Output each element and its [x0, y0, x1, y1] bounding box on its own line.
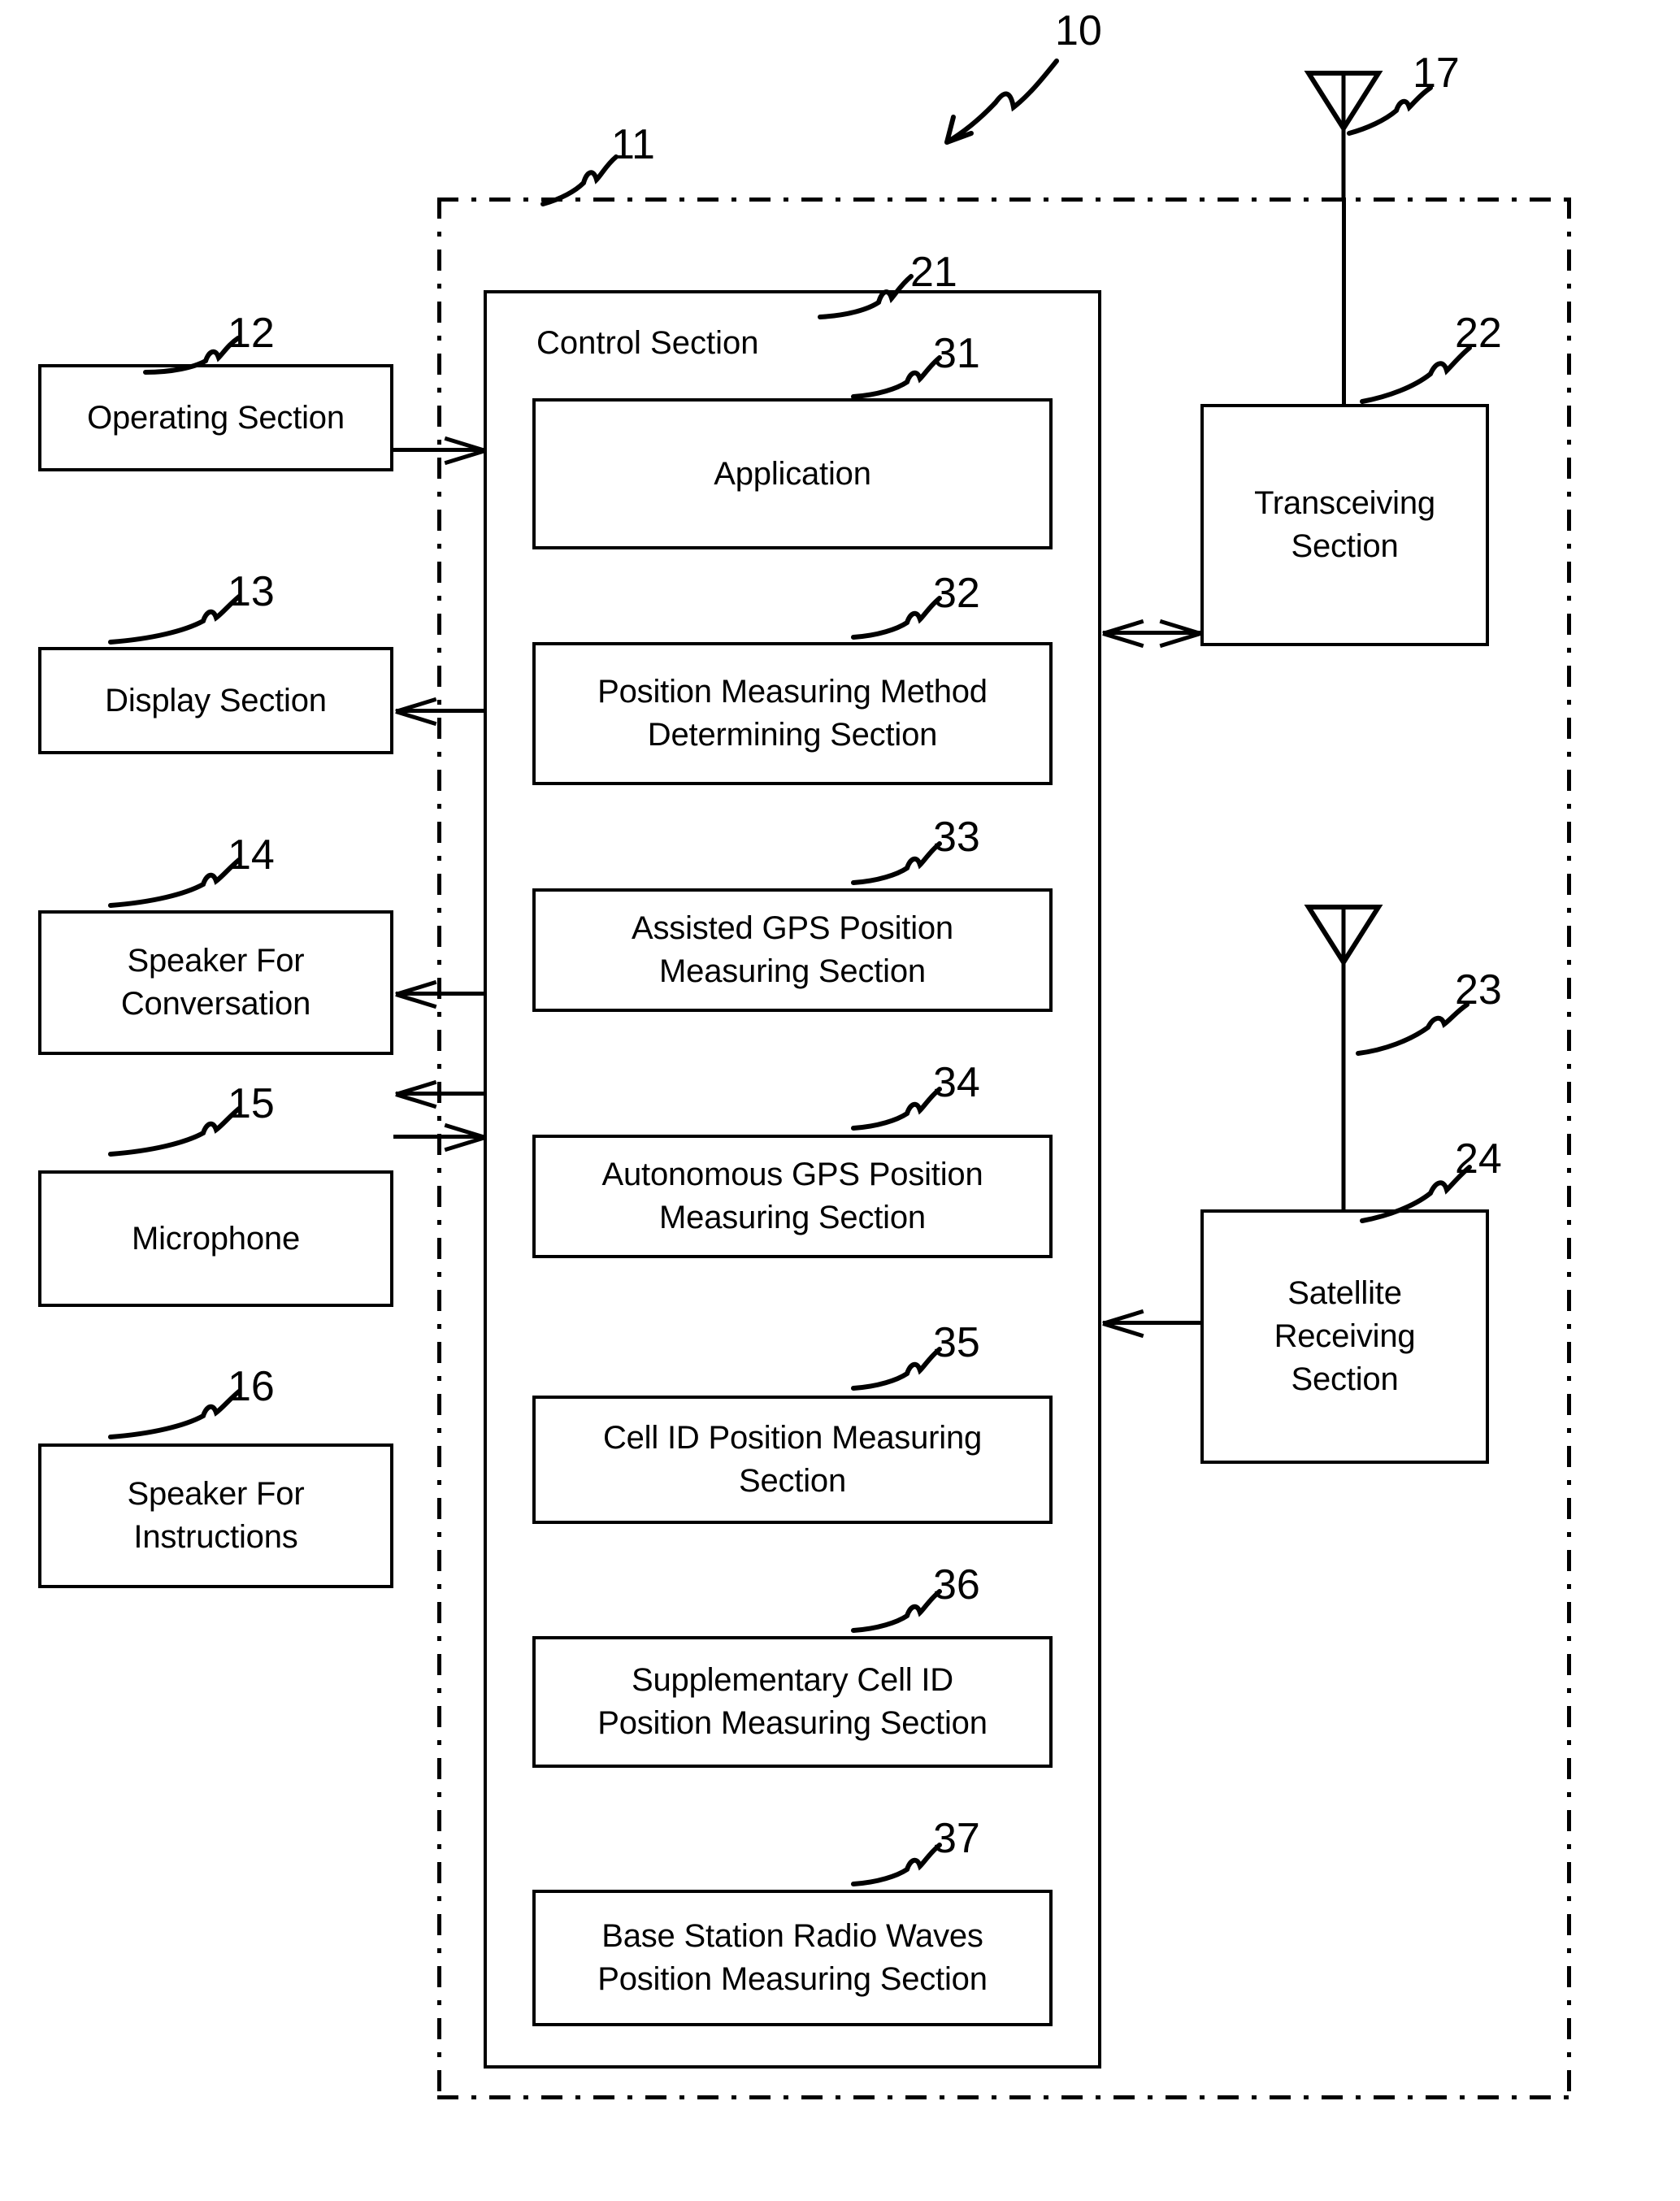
block-12-label: Operating Section — [87, 399, 345, 436]
leader-line-17 — [1335, 81, 1440, 146]
module-33-label: Assisted GPS Position Measuring Section — [632, 910, 953, 989]
module-36-supplementary-cell-id-position-measuring-section[interactable]: Supplementary Cell ID Position Measuring… — [532, 1636, 1053, 1768]
leader-line-36 — [837, 1585, 951, 1642]
leader-line-21 — [801, 268, 922, 333]
module-37-base-station-radio-waves-position-measuring-section[interactable]: Base Station Radio Waves Position Measur… — [532, 1890, 1053, 2026]
leader-line-33 — [837, 837, 951, 894]
enclosure-right-edge — [1567, 198, 1571, 2099]
leader-line-31 — [837, 351, 951, 408]
block-13-display-section[interactable]: Display Section — [38, 647, 393, 754]
control-section-title: Control Section — [536, 325, 759, 361]
module-31-application[interactable]: Application — [532, 398, 1053, 549]
module-34-autonomous-gps-position-measuring-section[interactable]: Autonomous GPS Position Measuring Sectio… — [532, 1135, 1053, 1258]
leader-line-14 — [96, 853, 250, 910]
module-35-label: Cell ID Position Measuring Section — [602, 1420, 983, 1499]
block-22-transceiving-section[interactable]: Transceiving Section — [1200, 404, 1489, 646]
module-33-assisted-gps-position-measuring-section[interactable]: Assisted GPS Position Measuring Section — [532, 888, 1053, 1012]
antenna-17-stem — [1342, 198, 1346, 406]
module-36-label: Supplementary Cell ID Position Measuring… — [597, 1662, 988, 1741]
enclosure-bottom-edge — [437, 2095, 1571, 2099]
leader-line-32 — [837, 592, 951, 649]
leader-line-37 — [837, 1839, 951, 1895]
leader-line-12 — [134, 332, 248, 380]
block-15-microphone[interactable]: Microphone — [38, 1170, 393, 1307]
leader-line-10 — [890, 49, 1069, 146]
connector-satellite-to-control — [1103, 1321, 1200, 1325]
leader-line-22 — [1349, 341, 1479, 410]
module-34-label: Autonomous GPS Position Measuring Sectio… — [601, 1157, 983, 1235]
leader-line-13 — [96, 590, 250, 647]
block-22-label: Transceiving Section — [1254, 485, 1435, 564]
leader-line-34 — [837, 1083, 951, 1140]
leader-line-35 — [837, 1343, 951, 1400]
module-35-cell-id-position-measuring-section[interactable]: Cell ID Position Measuring Section — [532, 1396, 1053, 1524]
module-32-position-measuring-method-determining-section[interactable]: Position Measuring Method Determining Se… — [532, 642, 1053, 785]
leader-line-24 — [1349, 1161, 1479, 1230]
module-31-label: Application — [714, 455, 871, 492]
leader-line-11 — [528, 150, 626, 215]
leader-line-16 — [96, 1385, 250, 1442]
block-14-label: Speaker For Conversation — [120, 943, 311, 1022]
module-37-label: Base Station Radio Waves Position Measur… — [597, 1918, 988, 1997]
block-24-label: Satellite Receiving Section — [1274, 1275, 1416, 1397]
module-32-label: Position Measuring Method Determining Se… — [597, 674, 988, 753]
leader-line-23 — [1347, 998, 1477, 1063]
block-16-label: Speaker For Instructions — [127, 1476, 305, 1555]
leader-line-15 — [96, 1102, 250, 1159]
ref-numeral-10: 10 — [1055, 7, 1102, 54]
block-13-label: Display Section — [105, 682, 327, 718]
enclosure-left-edge — [437, 198, 441, 2099]
block-16-speaker-for-instructions[interactable]: Speaker For Instructions — [38, 1443, 393, 1588]
figure-sheet: 10 11 Control Section 21 Application 31 — [0, 0, 1680, 2201]
block-14-speaker-for-conversation[interactable]: Speaker For Conversation — [38, 910, 393, 1055]
block-15-label: Microphone — [131, 1220, 300, 1257]
block-24-satellite-receiving-section[interactable]: Satellite Receiving Section — [1200, 1209, 1489, 1464]
